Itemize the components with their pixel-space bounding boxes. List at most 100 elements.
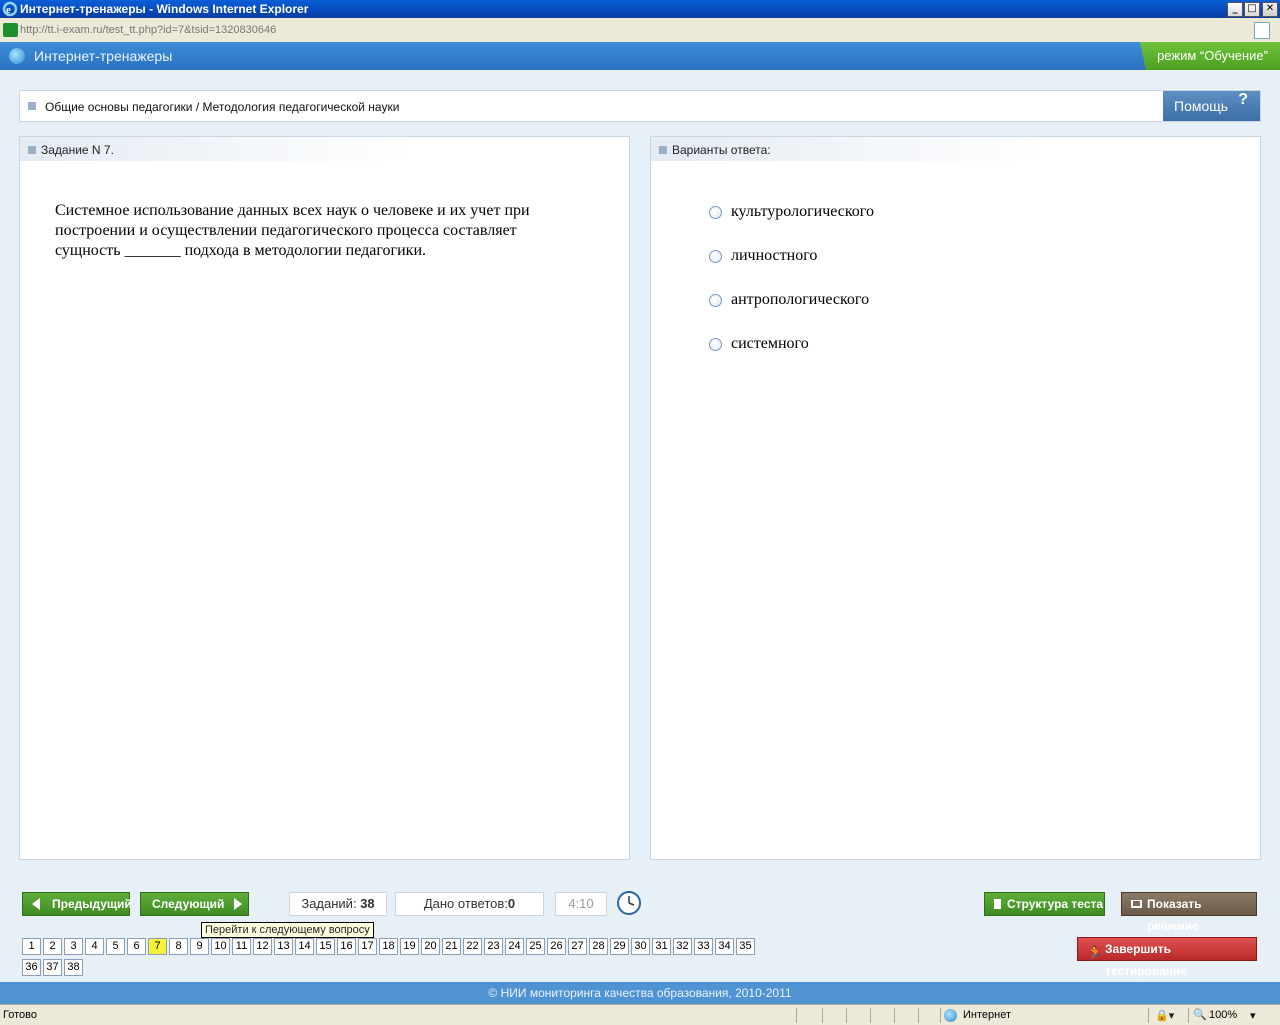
test-structure-button[interactable]: Структура теста (984, 892, 1105, 916)
status-divider (796, 1008, 797, 1023)
page-number-button[interactable]: 5 (106, 938, 125, 955)
page-number-button[interactable]: 23 (484, 938, 503, 955)
window-titlebar: e Интернет-тренажеры - Windows Internet … (0, 0, 1280, 18)
page-number-button[interactable]: 36 (22, 959, 41, 976)
page-number-button[interactable]: 38 (64, 959, 83, 976)
question-number: Задание N 7. (41, 143, 114, 157)
page-number-button[interactable]: 4 (85, 938, 104, 955)
close-button[interactable]: ✕ (1262, 2, 1278, 17)
radio-button[interactable] (709, 250, 722, 263)
tasks-value: 38 (360, 896, 375, 911)
question-panel: Задание N 7. Системное использование дан… (19, 136, 630, 860)
page-number-button[interactable]: 12 (253, 938, 272, 955)
breadcrumb: Общие основы педагогики / Методология пе… (45, 100, 400, 114)
page-number-button[interactable]: 32 (673, 938, 692, 955)
page-number-button[interactable]: 33 (694, 938, 713, 955)
page-number-button[interactable]: 37 (43, 959, 62, 976)
prev-button[interactable]: Предыдущий (22, 892, 132, 916)
status-divider (846, 1008, 847, 1023)
page-number-button[interactable]: 6 (127, 938, 146, 955)
page-number-button[interactable]: 35 (736, 938, 755, 955)
show-solution-button[interactable]: Показать решение (1121, 892, 1257, 933)
page-number-button[interactable]: 16 (337, 938, 356, 955)
show-solution-label: Показать решение (1147, 897, 1202, 933)
page-number-button[interactable]: 11 (232, 938, 251, 955)
svg-text:e: e (6, 4, 11, 16)
page-number-button[interactable]: 31 (652, 938, 671, 955)
page-number-button[interactable]: 7 (148, 938, 167, 955)
page-icon (3, 23, 18, 37)
compat-view-icon[interactable] (1254, 22, 1270, 39)
page-number-button[interactable]: 20 (421, 938, 440, 955)
help-button[interactable]: Помощь ? (1163, 91, 1260, 121)
answer-option-label[interactable]: личностного (731, 245, 817, 267)
page-number-button[interactable]: 19 (400, 938, 419, 955)
answered-label: Дано ответов: (423, 896, 508, 911)
url-field[interactable]: http://tt.i-exam.ru/test_tt.php?id=7&tsi… (20, 22, 1250, 38)
ie-logo-icon: e (2, 1, 18, 17)
next-tooltip: Перейти к следующему вопросу (201, 922, 374, 938)
minimize-button[interactable]: _ (1227, 2, 1243, 17)
status-text: Готово (3, 1009, 37, 1021)
zone-text: Интернет (963, 1009, 1011, 1021)
bullet-square-icon (659, 146, 667, 154)
bullet-square-icon (28, 146, 36, 154)
answers-header: Варианты ответа: (651, 137, 1046, 161)
page-number-button[interactable]: 25 (526, 938, 545, 955)
zoom-level[interactable]: 100% (1209, 1009, 1237, 1021)
maximize-button[interactable]: □ (1244, 2, 1260, 17)
page-number-button[interactable]: 30 (631, 938, 650, 955)
page-number-button[interactable]: 26 (547, 938, 566, 955)
radio-button[interactable] (709, 338, 722, 351)
prev-label: Предыдущий (52, 897, 132, 911)
page-number-button[interactable]: 27 (568, 938, 587, 955)
running-man-icon: 🏃 (1087, 945, 1104, 960)
address-bar: http://tt.i-exam.ru/test_tt.php?id=7&tsi… (0, 18, 1280, 43)
page-number-button[interactable]: 34 (715, 938, 734, 955)
radio-button[interactable] (709, 206, 722, 219)
page-number-button[interactable]: 8 (169, 938, 188, 955)
page-number-button[interactable]: 15 (316, 938, 335, 955)
help-label: Помощь (1174, 98, 1229, 114)
status-divider (1148, 1008, 1149, 1023)
status-divider (870, 1008, 871, 1023)
page-number-button[interactable]: 17 (358, 938, 377, 955)
page-number-button[interactable]: 18 (379, 938, 398, 955)
answers-label: Варианты ответа: (672, 143, 771, 157)
question-header: Задание N 7. (20, 137, 415, 161)
page-number-button[interactable]: 22 (463, 938, 482, 955)
answer-option-label[interactable]: антропологического (731, 289, 869, 311)
page-number-button[interactable]: 29 (610, 938, 629, 955)
page-number-button[interactable]: 21 (442, 938, 461, 955)
page-number-button[interactable]: 13 (274, 938, 293, 955)
app-title: Интернет-тренажеры (34, 48, 173, 64)
tasks-count: Заданий: 38 (289, 892, 387, 916)
zoom-icon[interactable]: 🔍 (1193, 1008, 1207, 1021)
tasks-label: Заданий: (301, 896, 357, 911)
page-number-button[interactable]: 1 (22, 938, 41, 955)
app-header: Интернет-тренажеры режим “Обучение” (0, 42, 1280, 70)
next-button[interactable]: Следующий (140, 892, 249, 916)
status-bar: Готово Интернет 🔒▾ 🔍 100% ▾ (0, 1004, 1280, 1025)
page-number-button[interactable]: 2 (43, 938, 62, 955)
finish-test-button[interactable]: 🏃 Завершить тестирование (1077, 937, 1257, 978)
question-mark-icon: ? (1238, 91, 1248, 108)
answers-panel: Варианты ответа: культурологического лич… (650, 136, 1261, 860)
radio-button[interactable] (709, 294, 722, 307)
status-divider (894, 1008, 895, 1023)
status-divider (822, 1008, 823, 1023)
breadcrumb-bar: Общие основы педагогики / Методология пе… (19, 90, 1261, 122)
answered-value: 0 (507, 896, 516, 911)
answer-option-label[interactable]: системного (731, 333, 809, 355)
page-number-button[interactable]: 14 (295, 938, 314, 955)
page-number-button[interactable]: 28 (589, 938, 608, 955)
page-number-button[interactable]: 24 (505, 938, 524, 955)
bullet-square-icon (28, 102, 36, 110)
page-number-button[interactable]: 3 (64, 938, 83, 955)
page-number-button[interactable]: 9 (190, 938, 209, 955)
answer-option-label[interactable]: культурологического (731, 201, 874, 223)
protected-mode-icon[interactable]: 🔒▾ (1155, 1009, 1174, 1022)
zoom-dropdown-icon[interactable]: ▾ (1250, 1009, 1256, 1022)
page-number-button[interactable]: 10 (211, 938, 230, 955)
clock-icon (616, 890, 644, 919)
